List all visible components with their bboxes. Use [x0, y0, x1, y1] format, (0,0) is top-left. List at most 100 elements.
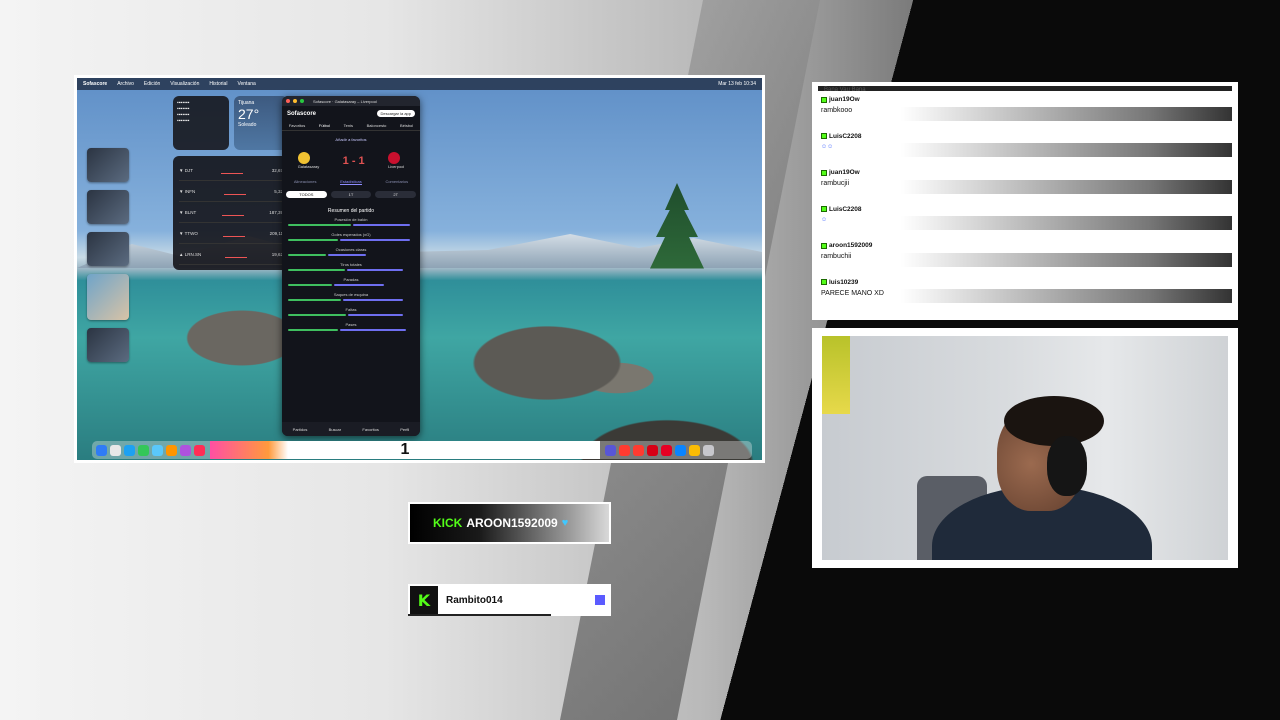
period-1t[interactable]: 1T	[330, 191, 372, 198]
username-text: aroon1592009	[829, 242, 873, 249]
youtube-icon[interactable]	[647, 444, 658, 456]
stock-row: ▼ BLNT 187,39	[179, 202, 283, 223]
sofascore-logo[interactable]: Sofascore	[287, 111, 316, 117]
sofa-header: Sofascore Descargar la app	[282, 106, 420, 121]
stock-row: ▼ TTWO 209,11	[179, 223, 283, 244]
home-bar	[288, 299, 341, 301]
footer-matches[interactable]: Partidos	[293, 427, 308, 432]
download-app-button[interactable]: Descargar la app	[376, 110, 415, 117]
chat-username[interactable]: aroon1592009	[821, 242, 1232, 249]
maximize-icon[interactable]	[300, 99, 304, 103]
sparkline	[222, 230, 245, 237]
minimize-icon[interactable]	[293, 99, 297, 103]
stat-row: Paradas	[282, 274, 420, 289]
dock: 1	[92, 441, 752, 459]
menu-item[interactable]: Historial	[209, 81, 227, 87]
badge-icon	[821, 133, 827, 139]
menu-item[interactable]: Visualización	[170, 81, 199, 87]
tab-lineups[interactable]: Alineaciones	[294, 179, 317, 185]
nav-basketball[interactable]: Baloncesto	[367, 123, 387, 128]
screen-capture: Sofascore Archivo Edición Visualización …	[74, 75, 765, 463]
stock-row: ▲ LRN.SN 19,62	[179, 244, 283, 265]
app-icon[interactable]	[661, 444, 672, 456]
scoreboard: Galatasaray 1 - 1 Liverpool	[282, 142, 420, 173]
podcasts-icon[interactable]	[180, 444, 191, 456]
chat-message: aroon1592009 rambuchii	[818, 232, 1232, 269]
stage-thumbnail[interactable]	[87, 148, 129, 182]
nav-favorites[interactable]: Favoritos	[289, 123, 305, 128]
menu-app-name[interactable]: Sofascore	[83, 81, 107, 87]
tab-commentary[interactable]: Comentarios	[385, 179, 408, 185]
sofa-bottom-nav: Partidos Buscar Favoritos Perfil	[282, 422, 420, 436]
sofascore-window[interactable]: Sofascore · Galatasaray – Liverpool Sofa…	[282, 96, 420, 436]
headphones	[1047, 436, 1087, 496]
app-icon[interactable]	[675, 444, 686, 456]
mail-icon[interactable]	[152, 444, 163, 456]
trash-icon[interactable]	[703, 444, 714, 456]
chat-message: juan19Ow rambkooo	[818, 86, 1232, 123]
stock-row: ▼ DJT 32,67	[179, 160, 283, 181]
stat-bars	[288, 299, 414, 301]
username-text: juan19Ow	[829, 169, 860, 176]
close-icon[interactable]	[286, 99, 290, 103]
home-bar	[288, 314, 346, 316]
nav-tennis[interactable]: Tenis	[344, 123, 353, 128]
home-bar	[288, 284, 333, 286]
menu-item[interactable]: Edición	[144, 81, 160, 87]
home-team[interactable]: Galatasaray	[297, 152, 319, 169]
stock-price: 187,39	[269, 209, 283, 215]
chat-username[interactable]: LuisC2208	[821, 206, 1232, 213]
window-titlebar[interactable]: Sofascore · Galatasaray – Liverpool	[282, 96, 420, 106]
launchpad-icon[interactable]	[110, 444, 121, 456]
stage-manager-column	[87, 148, 135, 370]
emote-icon: ☺☺	[821, 143, 834, 150]
safari-icon[interactable]	[124, 444, 135, 456]
stage-thumbnail[interactable]	[87, 190, 129, 224]
chat-username[interactable]: juan19Ow	[821, 169, 1232, 176]
stage-thumbnail[interactable]	[87, 232, 129, 266]
music-icon[interactable]	[194, 444, 205, 456]
nav-baseball[interactable]: Béisbol	[400, 123, 413, 128]
discord-icon[interactable]	[605, 444, 616, 456]
stage-thumbnail[interactable]	[87, 274, 129, 320]
menu-item[interactable]: Ventana	[237, 81, 255, 87]
period-2t[interactable]: 2T	[375, 191, 417, 198]
away-team[interactable]: Liverpool	[388, 152, 404, 169]
stocks-widget[interactable]: ▼ DJT 32,67 ▼ INFN 5,32 ▼ BLNT 187,39 ▼ TTW…	[173, 156, 289, 270]
app-icon[interactable]	[619, 444, 630, 456]
stat-label: Ocasiones claras	[335, 247, 367, 252]
photos-icon[interactable]	[166, 444, 177, 456]
tab-statistics[interactable]: Estadísticas	[340, 179, 362, 185]
menu-item[interactable]: Archivo	[117, 81, 134, 87]
weather-widget[interactable]: Tijuana 27° Soleado	[234, 96, 288, 150]
desktop-wallpaper: Sofascore Archivo Edición Visualización …	[77, 78, 762, 460]
stat-bars	[288, 329, 414, 331]
chat-list[interactable]: Bana Vau Bana juan19Ow rambkooo LuisC220…	[818, 86, 1232, 316]
chat-username[interactable]: juan19Ow	[821, 96, 1232, 103]
sport-nav: Favoritos Fútbol Tenis Baloncesto Béisbo…	[282, 121, 420, 131]
app-icon[interactable]	[633, 444, 644, 456]
footer-search[interactable]: Buscar	[329, 427, 341, 432]
footer-profile[interactable]: Perfil	[400, 427, 409, 432]
chat-username[interactable]: LuisC2208	[821, 133, 1232, 140]
footer-favorites[interactable]: Favoritos	[362, 427, 378, 432]
channel-name: Rambito014	[446, 594, 503, 606]
stage-thumbnail[interactable]	[87, 328, 129, 362]
menu-clock[interactable]: Mar 13 feb 10:34	[718, 81, 756, 87]
stock-symbol: ▼ INFN	[179, 188, 196, 194]
messages-icon[interactable]	[138, 444, 149, 456]
dock-progress-overlay: 1	[210, 441, 600, 459]
away-bar	[347, 314, 404, 316]
emote-icon: ☺	[821, 216, 828, 223]
add-favorite-button[interactable]: Añadir a favoritos	[282, 131, 420, 142]
nav-football[interactable]: Fútbol	[319, 123, 330, 128]
chat-username[interactable]: luis10239	[821, 279, 1232, 286]
period-all[interactable]: TODOS	[286, 191, 327, 198]
away-bar	[340, 329, 406, 331]
away-bar	[342, 299, 404, 301]
chrome-icon[interactable]	[689, 444, 700, 456]
calendar-widget[interactable]: ▪▪▪▪▪▪▪ ▪▪▪▪▪▪▪ ▪▪▪▪▪▪▪ ▪▪▪▪▪▪▪	[173, 96, 229, 150]
webcam-feed	[822, 336, 1228, 560]
stock-symbol: ▼ DJT	[179, 167, 193, 173]
finder-icon[interactable]	[96, 444, 107, 456]
